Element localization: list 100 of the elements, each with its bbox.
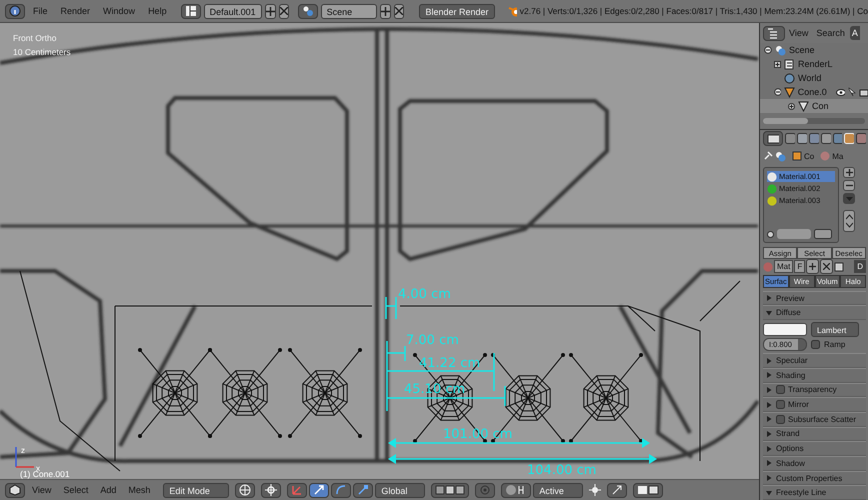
- add-button[interactable]: [264, 4, 276, 18]
- scale-icon: [357, 484, 370, 496]
- info-editor-button[interactable]: [5, 4, 25, 18]
- move-slot-button[interactable]: [843, 210, 855, 232]
- cursor-icon[interactable]: [848, 87, 856, 97]
- checkbox[interactable]: [811, 340, 820, 349]
- close-button[interactable]: [278, 4, 289, 18]
- panel-header[interactable]: Diffuse: [763, 305, 866, 320]
- breadcrumb-item[interactable]: Co: [804, 152, 814, 161]
- editor-type-button[interactable]: [763, 26, 785, 40]
- orientation-dropdown[interactable]: Global: [375, 482, 426, 498]
- scale-button[interactable]: [353, 482, 374, 498]
- expand-icon[interactable]: [788, 102, 795, 110]
- close-button[interactable]: [820, 259, 834, 274]
- arc-icon: [335, 484, 348, 496]
- menu-item[interactable]: Search: [812, 28, 849, 38]
- snap-icon[interactable]: [589, 484, 602, 496]
- camera-icon[interactable]: [858, 88, 868, 96]
- mirror-button[interactable]: [607, 482, 628, 498]
- menu-item[interactable]: Add: [95, 485, 122, 496]
- filter-field[interactable]: [777, 229, 811, 240]
- arrow-icon: [313, 484, 326, 496]
- sort-icon[interactable]: [814, 229, 832, 240]
- menu-item[interactable]: Window: [98, 6, 140, 16]
- menu-item[interactable]: Select: [58, 485, 94, 496]
- translate-button[interactable]: [309, 482, 330, 498]
- outliner-item[interactable]: RenderL: [760, 57, 868, 71]
- panel-header[interactable]: Shading: [763, 368, 866, 383]
- menu-item[interactable]: File: [28, 6, 53, 16]
- display-mode-dropdown[interactable]: A: [850, 26, 860, 40]
- context-tab-icon[interactable]: [832, 133, 842, 144]
- collapse-icon[interactable]: [774, 88, 782, 96]
- add-button[interactable]: [380, 4, 392, 18]
- add-slot-button[interactable]: [843, 167, 855, 178]
- editor-type-button[interactable]: [5, 482, 25, 498]
- sphere-icon: [820, 151, 830, 162]
- pin-icon[interactable]: [763, 151, 773, 162]
- panel-header[interactable]: Transparency: [763, 382, 866, 398]
- context-tab-icon[interactable]: [785, 133, 796, 144]
- panel-header[interactable]: Specular: [763, 353, 866, 368]
- arrow-icon: [611, 484, 624, 496]
- remove-slot-button[interactable]: [843, 180, 855, 192]
- scene-field[interactable]: Scene: [320, 4, 378, 18]
- pivot-point-button[interactable]: [261, 482, 282, 498]
- panel-header[interactable]: Preview: [763, 290, 866, 306]
- snap-target-dropdown[interactable]: Active: [533, 482, 584, 498]
- scene-icon-button[interactable]: [298, 4, 318, 18]
- add-button[interactable]: [806, 259, 820, 274]
- render-layers-icon: [784, 58, 795, 70]
- fake-user-toggle[interactable]: F: [794, 260, 806, 274]
- panel-header[interactable]: Custom Properties: [763, 470, 866, 486]
- panel-header[interactable]: Subsurface Scatter: [763, 412, 866, 427]
- diffuse-color-swatch[interactable]: [763, 322, 807, 336]
- context-tab-icon[interactable]: [856, 133, 866, 144]
- outliner-item[interactable]: Cone.0: [760, 85, 868, 99]
- axis-label: z: [21, 446, 25, 455]
- menu-item[interactable]: View: [785, 28, 812, 38]
- snap-button[interactable]: [501, 482, 532, 498]
- data-dropdown[interactable]: D: [854, 260, 866, 274]
- close-button[interactable]: [394, 4, 404, 18]
- context-tab-icon[interactable]: [820, 133, 831, 144]
- mode-dropdown[interactable]: Edit Mode: [163, 482, 230, 498]
- expand-icon[interactable]: [774, 60, 781, 68]
- viewport-shading-button[interactable]: [235, 482, 256, 498]
- material-name-field[interactable]: Mat: [774, 260, 794, 274]
- menu-item[interactable]: Render: [56, 6, 96, 16]
- proportional-edit-button[interactable]: [475, 482, 496, 498]
- rotate-button[interactable]: [331, 482, 352, 498]
- editor-type-button[interactable]: [763, 131, 784, 146]
- checkbox[interactable]: [776, 385, 785, 394]
- menu-item[interactable]: Help: [143, 6, 172, 16]
- checkbox[interactable]: [776, 400, 785, 410]
- context-tab-icon[interactable]: [797, 133, 808, 144]
- filter-icon[interactable]: [767, 230, 774, 238]
- collapse-icon[interactable]: [764, 46, 772, 54]
- blender-logo-icon: [508, 5, 517, 17]
- view-name: Front Ortho: [13, 33, 56, 43]
- layout-icon-button[interactable]: [180, 4, 201, 18]
- panel-header[interactable]: Mirror: [763, 397, 866, 412]
- slot-menu-button[interactable]: [843, 193, 855, 204]
- scrollbar[interactable]: [763, 118, 865, 124]
- panel-header[interactable]: Freestyle Line: [763, 485, 866, 500]
- checkbox[interactable]: [776, 414, 785, 424]
- panel-header[interactable]: Options: [763, 441, 866, 456]
- screen-layout-field[interactable]: Default.001: [204, 4, 262, 18]
- menu-item[interactable]: Mesh: [123, 485, 156, 496]
- vertex-select-button[interactable]: [431, 482, 470, 498]
- render-engine-dropdown[interactable]: Blender Render: [419, 4, 495, 18]
- outliner-item[interactable]: Con: [760, 99, 868, 113]
- outliner-item[interactable]: World: [760, 71, 868, 85]
- outliner-item[interactable]: Scene: [760, 43, 868, 57]
- shader-dropdown[interactable]: Lambert: [811, 322, 859, 337]
- eye-icon[interactable]: [836, 88, 846, 96]
- panel-header[interactable]: Strand: [763, 426, 866, 442]
- render-button[interactable]: [633, 482, 664, 498]
- menu-item[interactable]: View: [27, 485, 56, 496]
- breadcrumb-item[interactable]: Ma: [832, 152, 844, 161]
- panel-header[interactable]: Shadow: [763, 456, 866, 471]
- node-icon[interactable]: [834, 262, 844, 272]
- context-tab-icon[interactable]: [809, 133, 819, 144]
